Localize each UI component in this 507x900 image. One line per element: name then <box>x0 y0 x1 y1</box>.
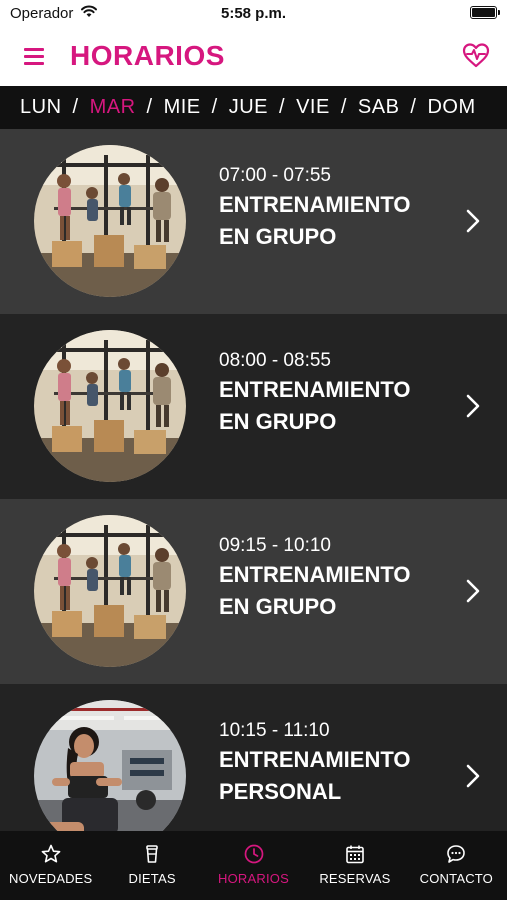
cup-icon <box>146 845 158 863</box>
hamburger-menu-icon[interactable] <box>24 48 46 66</box>
status-bar: Operador 5:58 p.m. <box>0 0 507 28</box>
bottom-tab-bar: NOVEDADES DIETAS HORARIOS RESERVAS CONTA… <box>0 831 507 900</box>
tab-novedades[interactable]: NOVEDADES <box>0 831 101 900</box>
chat-bubble-icon <box>447 845 466 863</box>
day-tab-vie[interactable]: VIE <box>296 96 330 119</box>
class-name: ENTRENAMIENTO EN GRUPO <box>219 374 449 438</box>
tab-label: NOVEDADES <box>8 871 93 886</box>
class-name-line: EN GRUPO <box>219 224 337 249</box>
personal-training-photo <box>34 700 186 831</box>
class-time: 09:15 - 10:10 <box>219 535 331 556</box>
star-icon <box>41 844 61 863</box>
day-tab-lun[interactable]: LUN <box>20 96 62 119</box>
class-list-item[interactable]: 10:15 - 11:10 ENTRENAMIENTO PERSONAL <box>0 684 507 831</box>
class-time: 10:15 - 11:10 <box>219 720 330 741</box>
clock-icon <box>244 844 263 864</box>
day-separator: / <box>410 96 417 118</box>
day-tab-mie[interactable]: MIE <box>164 96 201 119</box>
group-training-photo <box>34 330 186 482</box>
tab-label: CONTACTO <box>419 871 493 886</box>
app-header: HORARIOS <box>0 28 507 86</box>
day-selector: LUN / MAR / MIE / JUE / VIE / SAB / DOM <box>0 86 507 129</box>
class-list-item[interactable]: 07:00 - 07:55 ENTRENAMIENTO EN GRUPO <box>0 129 507 314</box>
group-training-photo <box>34 515 186 667</box>
class-schedule-list: 07:00 - 07:55 ENTRENAMIENTO EN GRUPO 08:… <box>0 129 507 831</box>
group-training-photo <box>34 145 186 297</box>
chevron-right-icon <box>466 209 480 233</box>
status-time: 5:58 p.m. <box>220 5 287 22</box>
day-separator: / <box>279 96 286 118</box>
class-name-line: ENTRENAMIENTO <box>219 377 411 402</box>
class-name: ENTRENAMIENTO EN GRUPO <box>219 189 449 253</box>
day-separator: / <box>146 96 153 118</box>
class-name: ENTRENAMIENTO EN GRUPO <box>219 559 449 623</box>
calendar-icon <box>346 845 364 864</box>
day-tab-jue[interactable]: JUE <box>229 96 268 119</box>
class-time: 08:00 - 08:55 <box>219 350 331 371</box>
class-name-line: ENTRENAMIENTO <box>219 562 411 587</box>
class-name-line: ENTRENAMIENTO <box>219 192 411 217</box>
page-title: HORARIOS <box>70 40 225 71</box>
day-separator: / <box>72 96 79 118</box>
day-separator: / <box>211 96 218 118</box>
chevron-right-icon <box>466 394 480 418</box>
day-tab-mar[interactable]: MAR <box>90 96 136 119</box>
class-name-line: EN GRUPO <box>219 409 337 434</box>
tab-label: RESERVAS <box>319 871 391 886</box>
day-separator: / <box>340 96 347 118</box>
tab-contacto[interactable]: CONTACTO <box>406 831 507 900</box>
day-tab-dom[interactable]: DOM <box>427 96 475 119</box>
class-name: ENTRENAMIENTO PERSONAL <box>219 744 449 808</box>
class-name-line: EN GRUPO <box>219 594 337 619</box>
chevron-right-icon <box>466 764 480 788</box>
chevron-right-icon <box>466 579 480 603</box>
class-list-item[interactable]: 09:15 - 10:10 ENTRENAMIENTO EN GRUPO <box>0 499 507 684</box>
class-list-item[interactable]: 08:00 - 08:55 ENTRENAMIENTO EN GRUPO <box>0 314 507 499</box>
class-time: 07:00 - 07:55 <box>219 165 331 186</box>
tab-horarios[interactable]: HORARIOS <box>203 831 304 900</box>
tab-label: HORARIOS <box>218 871 289 886</box>
battery-icon <box>470 6 500 19</box>
day-tab-sab[interactable]: SAB <box>358 96 400 119</box>
class-name-line: ENTRENAMIENTO <box>219 747 411 772</box>
tab-reservas[interactable]: RESERVAS <box>304 831 405 900</box>
heart-pulse-icon[interactable] <box>461 40 491 70</box>
tab-label: DIETAS <box>128 871 176 886</box>
class-name-line: PERSONAL <box>219 779 342 804</box>
tab-dietas[interactable]: DIETAS <box>101 831 202 900</box>
